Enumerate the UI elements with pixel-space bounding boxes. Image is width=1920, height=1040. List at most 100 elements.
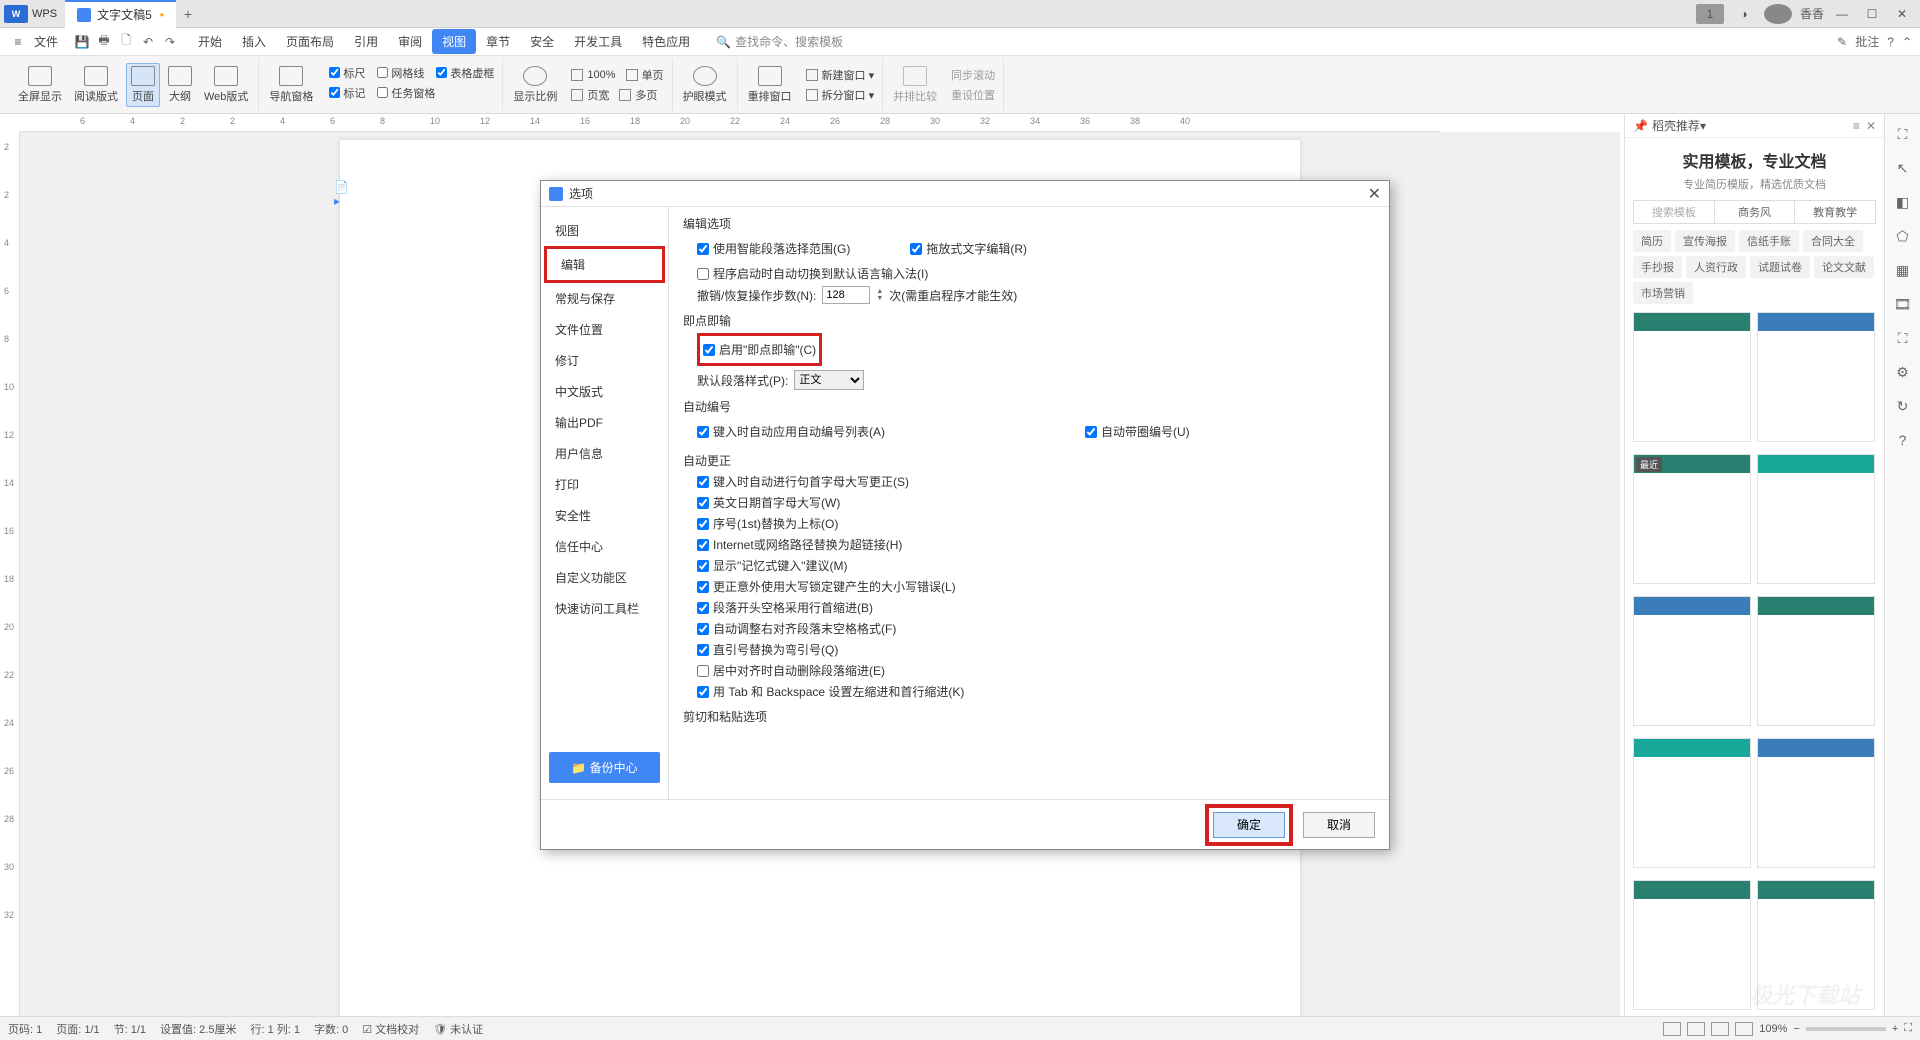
template-tag-2[interactable]: 信纸手账 [1739,230,1799,252]
layout-icon[interactable]: ▦ [1893,260,1913,280]
filter-icon[interactable]: ⛶ [1893,124,1913,144]
shape-icon[interactable]: ⬠ [1893,226,1913,246]
zoom-slider[interactable] [1806,1027,1886,1031]
collapse-ribbon-icon[interactable]: ⌃ [1902,35,1912,49]
print-icon[interactable]: 🖶 [94,32,114,52]
template-tag-7[interactable]: 论文文献 [1814,256,1874,278]
dialog-nav-9[interactable]: 安全性 [541,500,668,531]
view-mode-2[interactable]: 页面 [126,63,160,107]
redo-icon[interactable]: ↷ [160,32,180,52]
enable-click-type-checkbox[interactable]: 启用"即点即输"(C) [703,341,816,358]
search-tab-2[interactable]: 教育教学 [1794,201,1875,223]
view-normal-icon[interactable] [1663,1022,1681,1036]
view-mode-3[interactable]: 大纲 [164,64,196,106]
eyecare-button[interactable]: 护眼模式 [679,64,731,106]
nav-pane-button[interactable]: 导航窗格 [265,64,317,106]
ribbon-tab-5[interactable]: 视图 [432,29,476,54]
default-para-select[interactable]: 正文 [794,370,864,390]
theme-icon[interactable]: ◑ [1730,4,1758,24]
dialog-nav-5[interactable]: 中文版式 [541,376,668,407]
search-tab-0[interactable]: 搜索模板 [1634,201,1714,223]
template-thumb-0[interactable] [1633,312,1751,442]
question-icon[interactable]: ? [1893,430,1913,450]
search-tab-1[interactable]: 商务风 [1714,201,1795,223]
cursor-icon[interactable]: ↖ [1893,158,1913,178]
ribbon-tab-4[interactable]: 审阅 [388,29,432,54]
cancel-button[interactable]: 取消 [1303,812,1375,838]
autocorrect-opt-3[interactable]: Internet或网络路径替换为超链接(H) [697,536,1375,553]
template-thumb-9[interactable] [1757,880,1875,1010]
template-tag-8[interactable]: 市场营销 [1633,282,1693,304]
horizontal-ruler[interactable]: 642246810121416182022242628303234363840 [20,114,1440,132]
save-icon[interactable]: 💾 [72,32,92,52]
backup-center-button[interactable]: 📁 备份中心 [549,752,660,783]
notification-badge[interactable]: 1 [1696,4,1724,24]
autocorrect-opt-2[interactable]: 序号(1st)替换为上标(O) [697,515,1375,532]
file-menu[interactable]: 文件 [34,33,58,50]
zoom-opt-0[interactable]: 100% [569,66,617,84]
panel-close-icon[interactable]: ✕ [1866,119,1876,133]
ribbon-tab-6[interactable]: 章节 [476,29,520,54]
comment-icon[interactable]: ✎ [1837,35,1847,49]
vertical-ruler[interactable]: 22468101214161820222426283032 [0,132,20,1016]
template-thumb-1[interactable] [1757,312,1875,442]
style-icon[interactable]: ◧ [1893,192,1913,212]
compare-button[interactable]: 并排比较 [889,64,941,106]
status-item-2[interactable]: 节: 1/1 [114,1021,146,1037]
window-opt-0[interactable]: 新建窗口 ▾ [804,66,877,84]
zoom-in-icon[interactable]: + [1892,1023,1898,1035]
template-tag-6[interactable]: 试题试卷 [1750,256,1810,278]
autocorrect-opt-7[interactable]: 自动调整右对齐段落末空格格式(F) [697,620,1375,637]
view-chk-2[interactable]: 表格虚框 [434,64,496,82]
view-mode-0[interactable]: 全屏显示 [14,64,66,106]
template-thumb-3[interactable] [1757,454,1875,584]
view-outline-icon[interactable] [1687,1022,1705,1036]
template-tag-4[interactable]: 手抄报 [1633,256,1682,278]
help-icon[interactable]: ? [1887,35,1894,49]
template-tag-5[interactable]: 人资行政 [1686,256,1746,278]
autocorrect-opt-1[interactable]: 英文日期首字母大写(W) [697,494,1375,511]
zoom-opt-1[interactable]: 单页 [624,66,666,84]
status-item-6[interactable]: ☑ 文档校对 [362,1021,419,1037]
ribbon-tab-7[interactable]: 安全 [520,29,564,54]
ribbon-tab-1[interactable]: 插入 [232,29,276,54]
autocorrect-opt-0[interactable]: 键入时自动进行句首字母大写更正(S) [697,473,1375,490]
dialog-nav-11[interactable]: 自定义功能区 [541,562,668,593]
pin-icon[interactable]: 📌 [1633,119,1648,133]
zoom-button[interactable]: 显示比例 [509,64,561,106]
drag-drop-checkbox[interactable]: 拖放式文字编辑(R) [910,240,1027,257]
zoom-out-icon[interactable]: − [1793,1023,1799,1035]
panel-menu-icon[interactable]: ≡ [1853,119,1860,133]
view-chk-0[interactable]: 标尺 [327,64,367,82]
arrange-window-button[interactable]: 重排窗口 [744,64,796,106]
ribbon-tab-3[interactable]: 引用 [344,29,388,54]
smart-paragraph-checkbox[interactable]: 使用智能段落选择范围(G) [697,240,850,257]
dialog-nav-1[interactable]: 编辑 [544,246,665,283]
auto-number-list-checkbox[interactable]: 键入时自动应用自动编号列表(A) [697,423,885,440]
dialog-nav-10[interactable]: 信任中心 [541,531,668,562]
auto-circle-number-checkbox[interactable]: 自动带圈编号(U) [1085,423,1190,440]
undo-icon[interactable]: ↶ [138,32,158,52]
view-read-icon[interactable] [1735,1022,1753,1036]
undo-steps-input[interactable] [822,286,870,304]
dialog-close-button[interactable]: ✕ [1368,184,1381,204]
template-thumb-6[interactable] [1633,738,1751,868]
template-thumb-5[interactable] [1757,596,1875,726]
view-mode-4[interactable]: Web版式 [200,64,252,106]
command-search[interactable]: 🔍 查找命令、搜索模板 [716,33,843,50]
view-mode-1[interactable]: 阅读版式 [70,64,122,106]
template-tag-1[interactable]: 宣传海报 [1675,230,1735,252]
dialog-nav-3[interactable]: 文件位置 [541,314,668,345]
template-tag-3[interactable]: 合同大全 [1803,230,1863,252]
autocorrect-opt-8[interactable]: 直引号替换为弯引号(Q) [697,641,1375,658]
autocorrect-opt-10[interactable]: 用 Tab 和 Backspace 设置左缩进和首行缩进(K) [697,683,1375,700]
dialog-nav-2[interactable]: 常规与保存 [541,283,668,314]
dialog-nav-6[interactable]: 输出PDF [541,407,668,438]
window-opt-1[interactable]: 拆分窗口 ▾ [804,86,877,104]
settings-icon[interactable]: ⚙ [1893,362,1913,382]
autocorrect-opt-4[interactable]: 显示"记忆式键入"建议(M) [697,557,1375,574]
ribbon-tab-0[interactable]: 开始 [188,29,232,54]
autocorrect-opt-5[interactable]: 更正意外使用大写锁定键产生的大小写错误(L) [697,578,1375,595]
image-icon[interactable]: ⛶ [1893,328,1913,348]
close-button[interactable]: ✕ [1888,4,1916,24]
